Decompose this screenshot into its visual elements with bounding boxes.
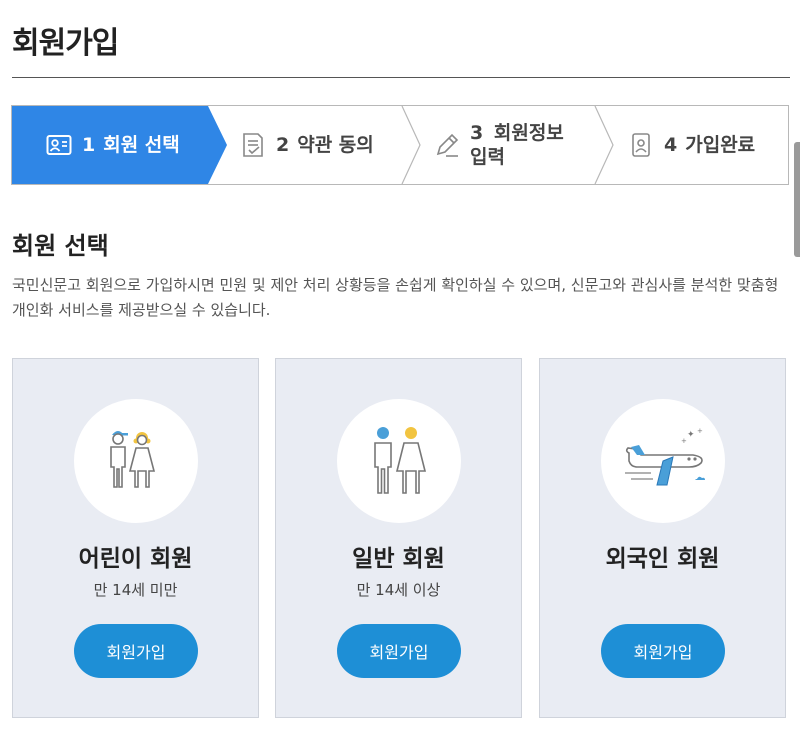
children-icon xyxy=(110,431,156,488)
adults-icon xyxy=(374,427,427,494)
step-1-label: 회원 선택 xyxy=(103,134,180,156)
card-foreigner-member: ✦ + + 외국인 회원 회원가입 xyxy=(539,358,786,718)
step-3-number: 3 xyxy=(470,122,484,144)
id-badge-icon xyxy=(632,133,650,157)
card-icon-circle: ✦ + + xyxy=(601,399,725,523)
card-general-member: 일반 회원 만 14세 이상 회원가입 xyxy=(275,358,522,718)
foreigner-join-button[interactable]: 회원가입 xyxy=(601,624,725,678)
page-title: 회원가입 xyxy=(12,26,119,61)
card-icon-circle xyxy=(74,399,198,523)
airplane-icon: ✦ + + xyxy=(625,427,705,486)
svg-text:+: + xyxy=(697,427,703,435)
step-2-label: 약관 동의 xyxy=(297,134,374,156)
card-title: 일반 회원 xyxy=(352,546,445,572)
step-4-label: 가입완료 xyxy=(685,134,756,156)
step-3-label-line2: 입력 xyxy=(470,146,505,168)
card-icon-circle xyxy=(337,399,461,523)
step-1-number: 1 xyxy=(82,134,96,156)
title-divider xyxy=(12,77,790,78)
card-subtitle: 만 14세 미만 xyxy=(93,581,178,599)
card-subtitle: 만 14세 이상 xyxy=(356,581,441,599)
svg-text:✦: ✦ xyxy=(687,430,695,440)
general-join-button[interactable]: 회원가입 xyxy=(337,624,461,678)
step-separator-icon xyxy=(401,106,421,184)
step-4-number: 4 xyxy=(664,134,678,156)
step-2: 2 약관 동의 xyxy=(240,106,374,184)
step-3: 3 회원정보 입력 xyxy=(434,106,564,184)
section-title: 회원 선택 xyxy=(12,232,109,260)
card-title: 외국인 회원 xyxy=(605,546,720,572)
step-1: 1 회원 선택 xyxy=(46,106,180,184)
step-2-number: 2 xyxy=(276,134,290,156)
child-join-button[interactable]: 회원가입 xyxy=(74,624,198,678)
scrollbar-handle[interactable] xyxy=(794,142,800,257)
step-indicator: 1 회원 선택 2 약관 동의 3 회원정보 입력 4 가입완료 xyxy=(11,105,789,185)
document-check-icon xyxy=(243,133,263,157)
member-card-icon xyxy=(46,135,72,155)
card-child-member: 어린이 회원 만 14세 미만 회원가입 xyxy=(12,358,259,718)
step-separator-icon xyxy=(594,106,614,184)
step-4: 4 가입완료 xyxy=(628,106,755,184)
step-3-label: 회원정보 xyxy=(493,122,564,144)
section-description: 국민신문고 회원으로 가입하시면 민원 및 제안 처리 상황등을 손쉽게 확인하… xyxy=(12,276,779,319)
card-title: 어린이 회원 xyxy=(78,546,193,572)
svg-text:+: + xyxy=(681,437,687,445)
pencil-edit-icon xyxy=(436,133,459,157)
